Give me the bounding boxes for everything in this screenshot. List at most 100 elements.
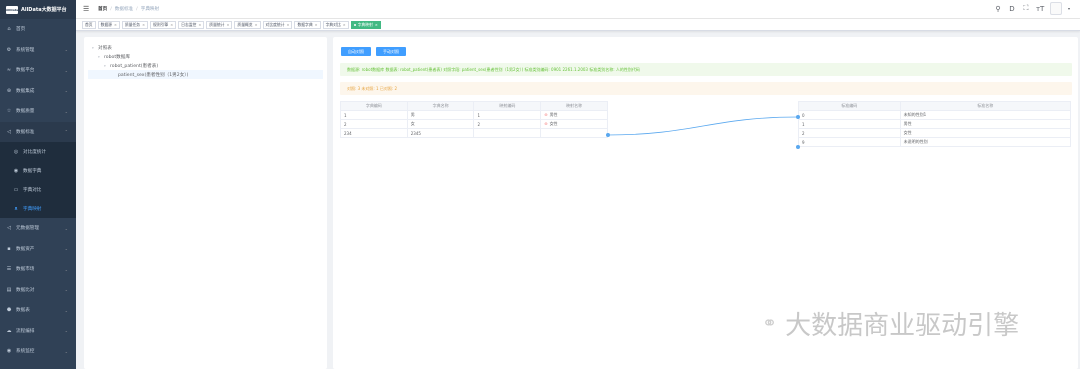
sidebar-item-label: 系统管理 — [16, 47, 35, 53]
close-icon[interactable]: × — [315, 23, 318, 27]
sidebar-item-label: 系统监控 — [16, 349, 35, 355]
table-row: 2 女性 — [798, 128, 1072, 138]
tag-dict-mapping[interactable]: 字典映射 × — [350, 20, 381, 29]
manual-map-button[interactable]: 手动对照 — [376, 47, 406, 56]
remove-mapping-icon[interactable]: ⊖ — [544, 112, 547, 117]
tag-log-monitor[interactable]: 日志监控 × — [178, 20, 205, 29]
caret-down-icon[interactable]: ▾ — [104, 64, 107, 68]
column-header: 字典编码 — [340, 101, 408, 111]
tag-datasource[interactable]: 数据源 × — [97, 20, 120, 29]
app-root: AllData AllData大数据平台 ⌂ 首页 ⚙ 系统管理 ⌄ ≈ 数据平台 ⌄ ⊛… — [0, 0, 1080, 369]
tag-label: 数据源 — [100, 21, 112, 27]
table-cell: 男 — [406, 110, 475, 120]
sidebar-item-asset[interactable]: ▪ 数据资产 ⌄ — [0, 239, 76, 260]
close-icon[interactable]: × — [142, 23, 145, 27]
close-icon[interactable]: × — [255, 23, 258, 27]
close-icon[interactable]: × — [375, 23, 378, 27]
close-icon[interactable]: × — [114, 23, 117, 27]
dictionary-icon: ◉ — [13, 167, 19, 174]
tag-label: 规则引擎 — [153, 21, 169, 27]
hamburger-icon[interactable]: ☰ — [83, 5, 89, 13]
tag-contrast-stats[interactable]: 对比度统计 × — [262, 20, 293, 29]
column-header: 映射名称 — [540, 101, 608, 111]
close-icon[interactable]: × — [170, 23, 173, 27]
tag-home[interactable]: 首页 — [82, 20, 96, 29]
count-alert: 对照: 3 未对照: 1 已对照: 2 — [340, 82, 1072, 95]
tag-dictionary[interactable]: 数据字典 × — [294, 20, 321, 29]
monitor-icon: ◉ — [6, 348, 12, 355]
table-cell: 1 — [340, 110, 408, 120]
close-icon[interactable]: × — [226, 23, 229, 27]
tag-label: 首页 — [85, 21, 93, 27]
table-row: 9 未说明的性别 — [798, 137, 1072, 147]
doc-icon[interactable]: D — [1008, 5, 1016, 13]
sidebar-item-system[interactable]: ⚙ 系统管理 ⌄ — [0, 40, 76, 61]
sidebar-item-integration[interactable]: ⊛ 数据集成 ⌄ — [0, 81, 76, 102]
tag-rule-engine[interactable]: 规则引擎 × — [150, 20, 177, 29]
tree-node-root[interactable]: ▾ 对照表 — [88, 43, 323, 52]
breadcrumb-separator: / — [136, 7, 138, 12]
remove-mapping-icon[interactable]: ⊖ — [544, 121, 547, 126]
breadcrumb-item: 数据标准 — [114, 7, 134, 12]
sidebar-item-standard[interactable]: ◁ 数据标准 ⌃ — [0, 121, 76, 142]
caret-down-icon[interactable]: ▾ — [98, 55, 101, 59]
column-header: 标准编码 — [798, 101, 901, 111]
stats-icon: ◎ — [13, 148, 19, 155]
contrast-icon: ▤ — [6, 286, 12, 293]
table-cell: ⊖ 女性 — [540, 119, 608, 129]
navbar-right: ⚲ D ⛶ тT ▾ — [994, 2, 1070, 15]
tag-label: 日志监控 — [181, 21, 197, 27]
top-navbar: ☰ 首页 / 数据标准 / 字典映射 ⚲ D ⛶ тT ▾ — [76, 0, 1080, 19]
sidebar-item-market[interactable]: ☰ 数据市场 ⌄ — [0, 259, 76, 280]
sidebar-item-flow[interactable]: ☁ 流程编排 ⌄ — [0, 321, 76, 342]
sidebar-item-dict-mapping[interactable]: ᴥ 字典映射 — [0, 199, 76, 218]
sidebar-item-dictionary[interactable]: ◉ 数据字典 — [0, 161, 76, 180]
sidebar-item-label: 数据市场 — [16, 267, 35, 273]
table-cell: 9 — [798, 137, 901, 147]
chevron-down-icon: ⌄ — [64, 225, 68, 231]
breadcrumb-item: 字典映射 — [140, 7, 160, 12]
standard-dict-table: 标准编码 标准名称 0 未知的性别1 1 男性 2 女性 9 未说明的性别 — [798, 101, 1072, 147]
auto-map-button[interactable]: 自动对照 — [341, 47, 371, 56]
sidebar-item-quality[interactable]: ☆ 数据质量 ⌄ — [0, 101, 76, 122]
sidebar-item-data-platform[interactable]: ≈ 数据平台 ⌄ — [0, 60, 76, 81]
avatar[interactable] — [1049, 2, 1062, 15]
sidebar-item-label: 数据字典 — [23, 168, 42, 174]
sidebar-item-contrast-stats[interactable]: ◎ 对比度统计 — [0, 142, 76, 161]
sidebar-item-metadata[interactable]: ◁ 元数据管理 ⌄ — [0, 218, 76, 239]
breadcrumb-item[interactable]: 首页 — [98, 7, 107, 12]
tag-label: 字典对比 — [325, 21, 341, 27]
fullscreen-icon[interactable]: ⛶ — [1022, 4, 1030, 13]
table-row: 1 男 1 ⊖ 男性 — [340, 110, 608, 120]
logo-mark: AllData — [5, 5, 19, 14]
search-icon[interactable]: ⚲ — [994, 5, 1002, 13]
sidebar-item-tables[interactable]: ⬣ 数据表 ⌄ — [0, 300, 76, 321]
close-icon[interactable]: × — [198, 23, 201, 27]
chevron-up-icon: ⌃ — [64, 129, 68, 135]
tag-quality-stats[interactable]: 质量统计 × — [206, 20, 233, 29]
breadcrumb: 首页 / 数据标准 / 字典映射 — [98, 6, 159, 12]
gear-icon: ⚙ — [6, 46, 12, 53]
close-icon[interactable]: × — [343, 23, 346, 27]
logo[interactable]: AllData AllData大数据平台 — [0, 0, 76, 19]
tree-node-table[interactable]: ▾ robot_patient(患者表) — [88, 61, 323, 70]
chevron-down-icon: ⌄ — [64, 328, 68, 334]
caret-down-icon[interactable]: ▾ — [1068, 6, 1070, 11]
tree-node-field[interactable]: patient_sex(患者性别（1男2女）) — [88, 70, 323, 79]
tag-quality-task[interactable]: 质量任务 × — [121, 20, 149, 29]
sidebar-item-monitor[interactable]: ◉ 系统监控 ⌄ — [0, 341, 76, 362]
sidebar-item-dict-compare[interactable]: ▭ 字典对比 — [0, 180, 76, 199]
caret-down-icon[interactable]: ▾ — [92, 46, 95, 50]
tree-node-label: 对照表 — [98, 45, 112, 51]
chevron-down-icon: ⌄ — [64, 108, 68, 114]
tag-dict-compare[interactable]: 字典对比 × — [322, 20, 349, 29]
mapping-icon: ᴥ — [14, 205, 18, 212]
mapped-name: 男性 — [549, 112, 558, 117]
sidebar-item-label: 字典对比 — [23, 187, 42, 193]
sidebar-item-contrast[interactable]: ▤ 数据比对 ⌄ — [0, 280, 76, 301]
font-size-icon[interactable]: тT — [1036, 5, 1044, 13]
sidebar-item-home[interactable]: ⌂ 首页 — [0, 19, 76, 40]
close-icon[interactable]: × — [287, 23, 290, 27]
tree-node-db[interactable]: ▾ robot数据库 — [88, 52, 323, 61]
tag-quality-overview[interactable]: 质量概览 × — [234, 20, 261, 29]
